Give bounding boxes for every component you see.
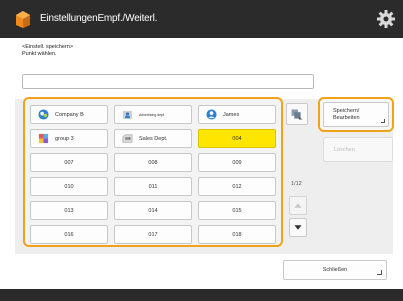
grid-cell[interactable]: 014 — [114, 201, 192, 220]
grid-cell-label: 004 — [232, 135, 242, 142]
grid-cell-label: 009 — [232, 159, 242, 166]
title-bar: EinstellungenEmpf./Weiterl. — [0, 0, 403, 38]
grid-cell-label: 013 — [64, 207, 74, 214]
grid-cell-label: Sales Dept. — [139, 135, 168, 142]
page-indicator: 1/12 — [291, 181, 302, 187]
grid-cell-label: 014 — [148, 207, 158, 214]
arrow-down-icon — [294, 225, 302, 230]
scroll-down-button[interactable] — [289, 218, 307, 237]
grid-cell-label: 011 — [148, 183, 158, 190]
grid-cell-label: James — [223, 111, 240, 118]
save-label-line-2: Bearbeiten — [333, 115, 360, 121]
grid-cell[interactable]: 017 — [114, 225, 192, 244]
corner-arrow-icon — [381, 119, 385, 123]
grid-cell-label: 016 — [64, 231, 74, 238]
grid-cell-label: 008 — [148, 159, 158, 166]
settings-app-icon — [16, 11, 30, 28]
grid-cell[interactable]: Sales Dept. — [114, 129, 192, 148]
save-label-line-1: Speichern/ — [333, 108, 360, 114]
grid-cell[interactable]: Advertising dept — [114, 105, 192, 124]
person-icon — [206, 109, 217, 120]
group-icon — [38, 109, 49, 120]
folder-group-icon — [122, 133, 133, 144]
grid-cell[interactable]: 016 — [30, 225, 108, 244]
grid-cell[interactable]: 007 — [30, 153, 108, 172]
scroll-up-button[interactable] — [289, 196, 307, 215]
grid-cell-label: group 3 — [55, 135, 74, 142]
corner-arrow-icon — [377, 270, 382, 275]
save-button-highlight: Speichern/ Bearbeiten — [318, 97, 394, 132]
grid-cell-label: 015 — [232, 207, 242, 214]
grid-cell-label: Company B — [55, 111, 84, 118]
window-title: EinstellungenEmpf./Weiterl. — [40, 13, 158, 24]
grid-cell-label: 007 — [64, 159, 74, 166]
instruction-line-1: <Einstell. speichern> — [22, 44, 74, 50]
arrow-up-icon — [294, 203, 302, 208]
grid-cell[interactable]: Company B — [30, 105, 108, 124]
footer-bar — [0, 289, 403, 301]
grid-cell-label: 018 — [232, 231, 242, 238]
gear-icon[interactable] — [376, 9, 396, 29]
sort-button[interactable] — [286, 103, 308, 125]
instructions: <Einstell. speichern> Punkt wählen. — [22, 44, 73, 58]
name-input-field[interactable] — [22, 74, 314, 89]
grid-cell[interactable]: 015 — [198, 201, 276, 220]
delete-button[interactable]: Löschen — [323, 137, 393, 162]
grid-cell[interactable]: 004 — [198, 129, 276, 148]
instruction-line-2: Punkt wählen. — [22, 51, 57, 57]
grid-cell-label: Advertising dept — [139, 112, 165, 117]
grid-cell[interactable]: James — [198, 105, 276, 124]
grid-cell[interactable]: 013 — [30, 201, 108, 220]
close-label: Schließen — [322, 267, 348, 273]
grid-cell[interactable]: 018 — [198, 225, 276, 244]
grid-cell-label: 010 — [64, 183, 74, 190]
grid-cell[interactable]: 012 — [198, 177, 276, 196]
grid-cell[interactable]: group 3 — [30, 129, 108, 148]
folder-person-icon — [122, 109, 133, 120]
close-button[interactable]: Schließen — [283, 260, 387, 280]
grid-cell[interactable]: 011 — [114, 177, 192, 196]
grid-cell-label: 012 — [232, 183, 242, 190]
sort-list-icon — [291, 109, 303, 120]
grid-cell[interactable]: 010 — [30, 177, 108, 196]
grid-cell[interactable]: 009 — [198, 153, 276, 172]
grid-cell-label: 017 — [148, 231, 158, 238]
item-grid: Company B Advertising dept James group 3 Sal… — [23, 97, 283, 247]
colored-folder-icon — [38, 133, 49, 144]
grid-cell[interactable]: 008 — [114, 153, 192, 172]
save-edit-button[interactable]: Speichern/ Bearbeiten — [323, 102, 389, 127]
